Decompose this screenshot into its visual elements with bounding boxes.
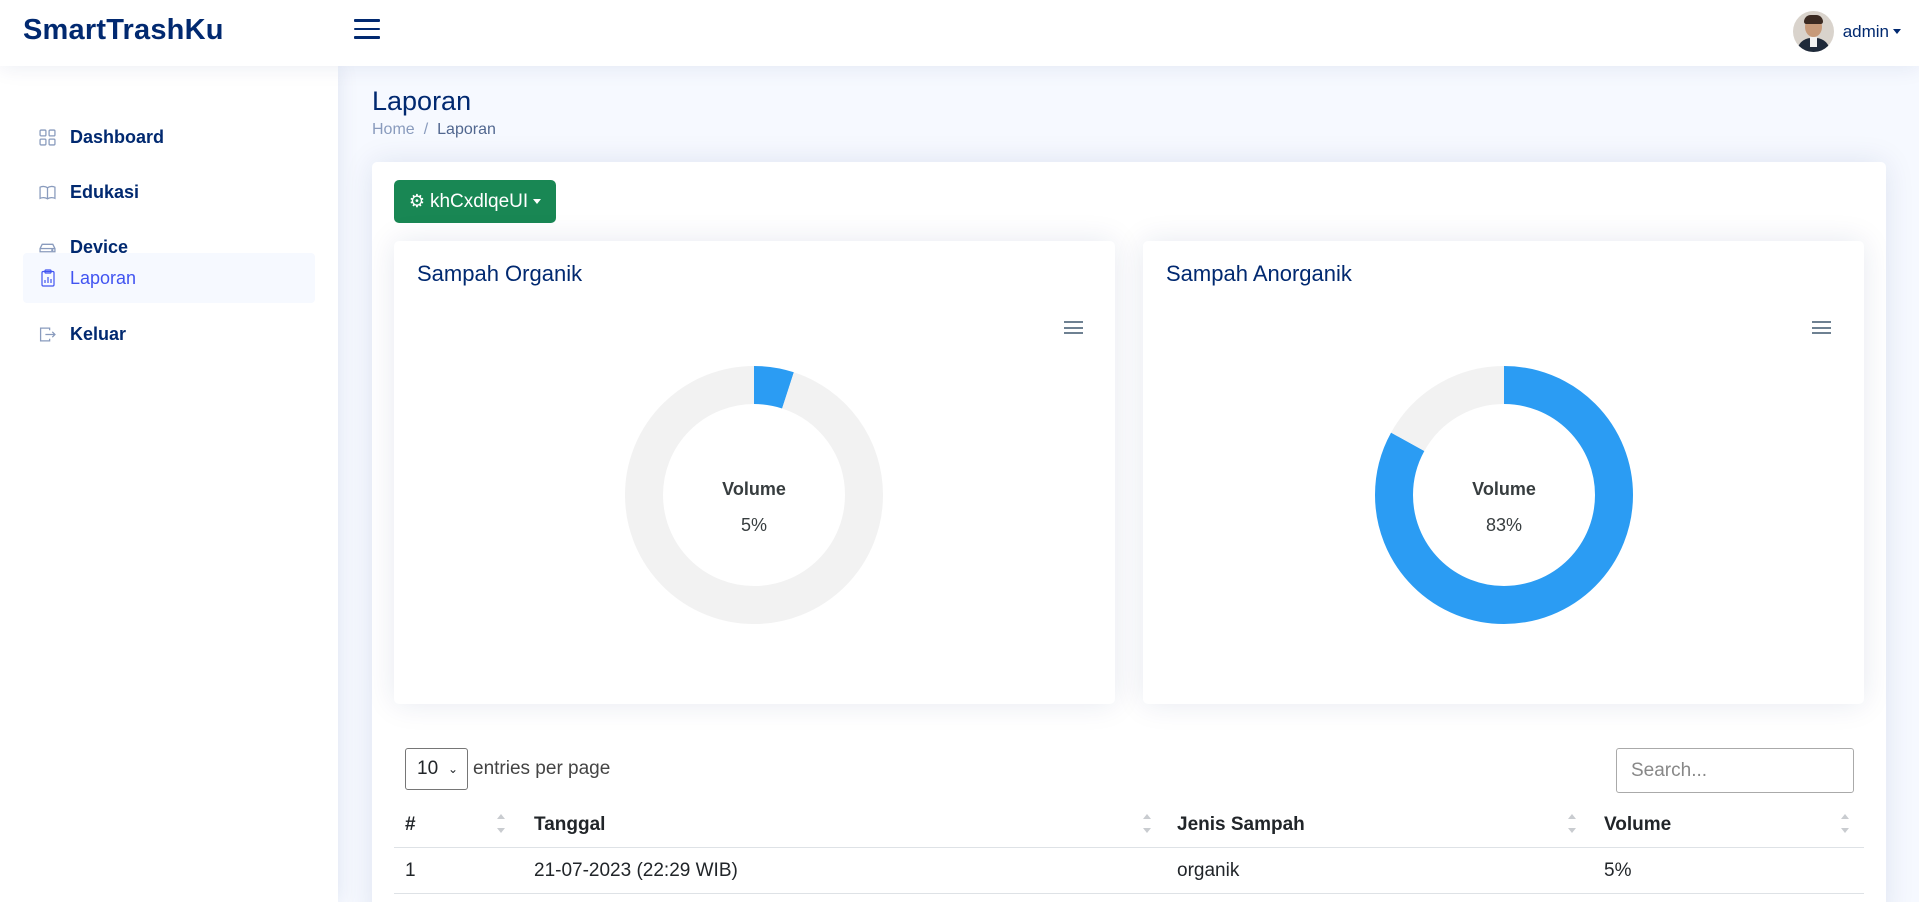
- app-logo[interactable]: SmartTrashKu: [23, 14, 224, 47]
- sidebar-item-keluar[interactable]: Keluar: [23, 309, 315, 359]
- column-header-tanggal[interactable]: Tanggal: [534, 814, 605, 836]
- donut-center-label: Volume: [1472, 479, 1536, 499]
- cell-tanggal: 21-07-2023 (22:29 WIB): [534, 860, 738, 881]
- chart-card-anorganik: Sampah Anorganik Volume 83%: [1143, 241, 1864, 704]
- breadcrumb: Home / Laporan: [372, 121, 496, 139]
- sort-icon[interactable]: [1567, 810, 1577, 838]
- book-icon: [39, 184, 56, 201]
- donut-center-value: 83%: [1486, 515, 1522, 535]
- donut-chart: Volume 83%: [1375, 366, 1633, 624]
- chevron-down-icon: [1893, 29, 1901, 34]
- grid-icon: [39, 128, 56, 146]
- sidebar-item-label: Edukasi: [70, 181, 140, 202]
- table-row: 1 21-07-2023 (22:29 WIB) organik 5%: [394, 848, 1864, 894]
- sidebar: Dashboard Edukasi Device Laporan Keluar: [0, 66, 338, 902]
- profile-menu[interactable]: admin: [1792, 11, 1901, 52]
- donut-center-label: Volume: [722, 479, 786, 499]
- sidebar-item-dashboard[interactable]: Dashboard: [23, 112, 315, 162]
- sidebar-item-label: Dashboard: [70, 126, 165, 147]
- entries-control: 10 ⌄ entries per page: [405, 748, 610, 790]
- top-header: SmartTrashKu admin: [0, 0, 1919, 66]
- chart-menu-icon[interactable]: [1064, 321, 1083, 335]
- cell-number: 1: [405, 860, 416, 881]
- chevron-down-icon: [533, 199, 542, 204]
- breadcrumb-current: Laporan: [437, 121, 496, 138]
- column-header-volume[interactable]: Volume: [1604, 814, 1671, 836]
- column-header-number[interactable]: #: [405, 814, 416, 836]
- sidebar-item-edukasi[interactable]: Edukasi: [23, 167, 315, 217]
- donut-chart: Volume 5%: [625, 366, 883, 624]
- page-title: Laporan: [372, 86, 472, 116]
- clipboard-chart-icon: [39, 269, 56, 287]
- chart-title: Sampah Organik: [417, 261, 583, 286]
- cell-volume: 5%: [1604, 860, 1632, 881]
- logout-icon: [39, 326, 56, 343]
- chart-menu-icon[interactable]: [1812, 321, 1831, 335]
- table-header: # Tanggal Jenis Sampah Volume: [394, 804, 1864, 848]
- donut-center-value: 5%: [741, 515, 767, 535]
- sidebar-item-laporan[interactable]: Laporan: [23, 253, 315, 303]
- entries-value: 10: [417, 758, 439, 779]
- cell-jenis-sampah: organik: [1177, 860, 1240, 881]
- search-input[interactable]: [1616, 748, 1854, 793]
- sort-icon[interactable]: [1840, 810, 1850, 838]
- avatar: [1792, 11, 1834, 52]
- device-select-label: khCxdlqeUI: [429, 190, 529, 212]
- device-select-button[interactable]: ⚙ khCxdlqeUI: [394, 180, 556, 223]
- sidebar-toggle-icon[interactable]: [354, 19, 380, 45]
- page-title-block: Laporan: [372, 86, 471, 117]
- gear-icon: ⚙: [408, 191, 425, 211]
- profile-name: admin: [1842, 21, 1889, 41]
- breadcrumb-separator: /: [423, 121, 429, 138]
- sort-icon[interactable]: [1142, 810, 1152, 838]
- breadcrumb-home[interactable]: Home: [372, 121, 415, 139]
- chart-title: Sampah Anorganik: [1166, 261, 1352, 286]
- sidebar-item-label: Laporan: [70, 267, 137, 288]
- chevron-down-icon: ⌄: [447, 762, 458, 776]
- sort-icon[interactable]: [496, 810, 506, 838]
- sidebar-item-label: Keluar: [70, 323, 127, 344]
- entries-label: entries per page: [473, 758, 611, 779]
- chart-card-organik: Sampah Organik Volume 5%: [394, 241, 1115, 704]
- entries-per-page-select[interactable]: 10 ⌄: [405, 748, 468, 790]
- column-header-jenis-sampah[interactable]: Jenis Sampah: [1177, 814, 1305, 836]
